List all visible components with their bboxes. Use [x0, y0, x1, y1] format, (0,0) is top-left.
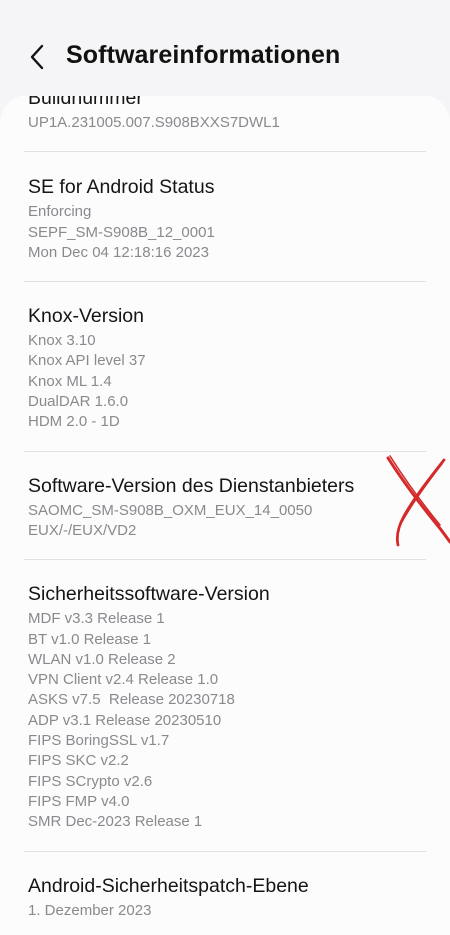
info-item-details: Enforcing SEPF_SM-S908B_12_0001 Mon Dec 04… [28, 202, 422, 263]
info-item-detail-line: FIPS SKC v2.2 [28, 752, 129, 770]
page-title: Softwareinformationen [66, 41, 341, 69]
info-item-details: Knox 3.10 Knox API level 37 Knox ML 1.4 Dua… [28, 331, 422, 432]
info-item-title: Software-Version des Dienstanbieters [28, 474, 355, 497]
info-item-detail-line: FIPS BoringSSL v1.7 [28, 732, 170, 750]
info-item[interactable]: Android-Sicherheitspatch-Ebene 1. Dezembe… [0, 852, 450, 921]
info-item-detail-line: HDM 2.0 - 1D [28, 413, 120, 431]
info-item-details: SAOMC_SM-S908B_OXM_EUX_14_0050 EUX/-/EUX/… [28, 501, 422, 542]
info-item-detail-line: VPN Client v2.4 Release 1.0 [28, 671, 219, 689]
info-item-details: MDF v3.3 Release 1 BT v1.0 Release 1 WLAN … [28, 609, 422, 832]
info-item-detail-line: FIPS FMP v4.0 [28, 792, 130, 810]
info-item-title: Buildnummer [28, 95, 143, 109]
info-item-title: Sicherheitssoftware-Version [28, 583, 270, 606]
info-item-detail-line: Knox 3.10 [28, 332, 96, 350]
info-item[interactable]: Buildnummer UP1A.231005.007.S908BXXS7DWL1 [0, 95, 450, 151]
info-item-detail-line: DualDAR 1.6.0 [28, 393, 129, 411]
info-list: Buildnummer UP1A.231005.007.S908BXXS7DWL1… [0, 95, 450, 921]
info-item-detail-line: ADP v3.1 Release 20230510 [28, 711, 222, 729]
info-item-detail-line: EUX/-/EUX/VD2 [28, 521, 137, 539]
info-item-title: Android-Sicherheitspatch-Ebene [28, 874, 309, 897]
info-item-detail-line: SMR Dec-2023 Release 1 [28, 813, 203, 831]
app-bar: Softwareinformationen [0, 0, 450, 96]
info-item-detail-line: WLAN v1.0 Release 2 [28, 650, 176, 668]
info-item-detail-line: MDF v3.3 Release 1 [28, 610, 165, 628]
info-item-details: 1. Dezember 2023 [28, 901, 422, 921]
info-item-detail-line: ASKS v7.5 Release 20230718 [28, 691, 235, 709]
software-info-screen: Softwareinformationen Buildnummer UP1A.23… [0, 0, 450, 935]
info-item[interactable]: Knox-Version Knox 3.10 Knox API level 37 Kn… [0, 282, 450, 450]
back-button[interactable] [22, 40, 52, 74]
info-item-detail-line: Knox ML 1.4 [28, 372, 112, 390]
info-item-detail-line: 1. Dezember 2023 [28, 901, 152, 919]
chevron-left-icon [30, 44, 44, 70]
info-item-details: UP1A.231005.007.S908BXXS7DWL1 [28, 113, 422, 133]
info-item-title: SE for Android Status [28, 176, 215, 199]
info-item-detail-line: Knox API level 37 [28, 352, 146, 370]
info-item-detail-line: Mon Dec 04 12:18:16 2023 [28, 243, 209, 261]
info-item[interactable]: Software-Version des Dienstanbieters SAOM… [0, 452, 450, 560]
info-item-detail-line: SEPF_SM-S908B_12_0001 [28, 223, 215, 241]
info-item-title: Knox-Version [28, 305, 144, 328]
info-item-detail-line: Enforcing [28, 203, 92, 221]
info-item-detail-line: UP1A.231005.007.S908BXXS7DWL1 [28, 114, 280, 131]
info-list-card: Buildnummer UP1A.231005.007.S908BXXS7DWL1… [0, 95, 450, 935]
info-item-detail-line: SAOMC_SM-S908B_OXM_EUX_14_0050 [28, 501, 313, 519]
info-item[interactable]: SE for Android Status Enforcing SEPF_SM-S9… [0, 152, 450, 281]
info-item[interactable]: Sicherheitssoftware-Version MDF v3.3 Rele… [0, 560, 450, 850]
info-item-detail-line: FIPS SCrypto v2.6 [28, 772, 153, 790]
info-item-detail-line: BT v1.0 Release 1 [28, 630, 152, 648]
